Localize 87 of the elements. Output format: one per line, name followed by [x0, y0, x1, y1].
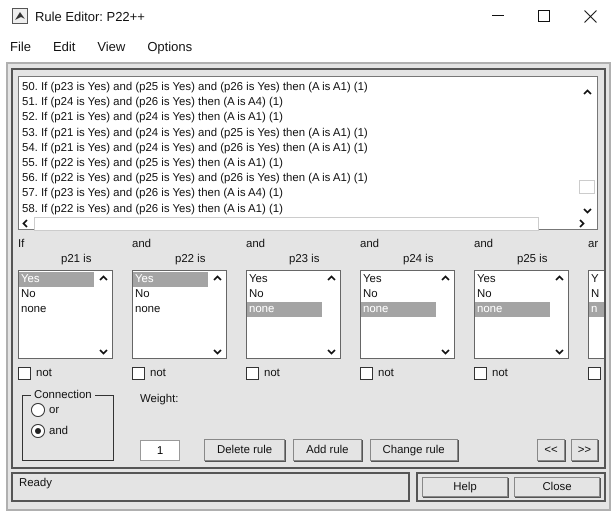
scroll-down-icon[interactable] [440, 349, 450, 355]
value-listbox[interactable]: Yes No none [474, 270, 569, 359]
rule-button[interactable]: Change rule [370, 439, 458, 461]
not-checkbox[interactable] [18, 366, 31, 380]
list-option[interactable]: Y [589, 272, 604, 287]
rule-item[interactable]: 56. If (p22 is Yes) and (p25 is Yes) and (p26 is Yes) then (A is A1) (1) [22, 171, 597, 186]
scroll-left-icon[interactable] [22, 219, 28, 228]
rule-button[interactable]: Delete rule [204, 439, 286, 461]
menu-item[interactable]: View [95, 38, 128, 54]
not-checkbox[interactable] [360, 366, 373, 380]
status-bar: Ready [11, 472, 410, 502]
value-listbox[interactable]: Yes No none [246, 270, 341, 359]
footer-button[interactable]: Close [514, 477, 600, 497]
variable-label: p23 is [289, 253, 320, 267]
checkbox-label: not [150, 367, 166, 379]
list-option[interactable]: Yes [361, 272, 436, 287]
checkbox-label: not [378, 367, 394, 379]
connector-label: and [360, 238, 380, 252]
weight-field[interactable]: 1 [140, 440, 180, 461]
list-option[interactable]: No [247, 287, 322, 302]
window-title: Rule Editor: P22++ [35, 8, 146, 24]
scroll-up-icon[interactable] [554, 275, 564, 281]
group-title: Connection [33, 389, 93, 401]
horizontal-scroll-thumb[interactable] [34, 216, 539, 231]
scroll-thumb[interactable] [579, 180, 595, 194]
variable-label: p22 is [175, 253, 206, 267]
nav-button[interactable]: >> [570, 439, 598, 461]
scroll-down-icon[interactable] [98, 349, 108, 355]
list-option[interactable]: Yes [475, 272, 550, 287]
rule-item[interactable]: 51. If (p24 is Yes) and (p26 is Yes) then (A is A4) (1) [22, 95, 597, 110]
radio-label: and [49, 425, 68, 437]
radio-button[interactable] [31, 424, 45, 438]
rule-item[interactable]: 57. If (p23 is Yes) and (p26 is Yes) then (A is A4) (1) [22, 186, 597, 202]
connector-label: ar [588, 238, 600, 252]
rule-item[interactable]: 52. If (p21 is Yes) and (p24 is Yes) then (A is A1) (1) [22, 110, 597, 126]
menu-item[interactable]: Options [145, 38, 194, 54]
scroll-up-icon[interactable] [440, 275, 450, 281]
connector-label: and [132, 238, 152, 252]
not-checkbox[interactable] [246, 366, 259, 380]
list-option[interactable]: Yes [247, 272, 322, 287]
scroll-down-icon[interactable] [212, 349, 222, 355]
scroll-up-icon[interactable] [98, 275, 108, 281]
rule-button[interactable]: Add rule [293, 439, 362, 461]
scroll-down-icon[interactable] [583, 208, 592, 214]
rule-list[interactable] [18, 76, 598, 230]
scroll-up-icon[interactable] [583, 89, 592, 95]
radio-label: or [49, 404, 60, 416]
rule-item[interactable]: 58. If (p22 is Yes) and (p26 is Yes) then (A is A1) (1) [22, 202, 597, 217]
scroll-up-icon[interactable] [212, 275, 222, 281]
rule-item[interactable]: 54. If (p21 is Yes) and (p24 is Yes) and (p26 is Yes) then (A is A1) (1) [22, 140, 597, 156]
not-checkbox[interactable] [474, 366, 487, 380]
variable-label: p21 is [61, 253, 92, 267]
connector-label: and [474, 238, 494, 252]
connector-label: and [246, 238, 266, 252]
list-option[interactable]: No [19, 287, 94, 302]
footer-button[interactable]: Help [422, 477, 508, 497]
menu-item[interactable]: File [8, 38, 33, 54]
list-option[interactable]: none [19, 302, 94, 317]
list-option[interactable]: N [589, 287, 604, 302]
checkbox-label: not [492, 367, 508, 379]
value-listbox[interactable]: Yes No none [360, 270, 455, 359]
not-checkbox[interactable] [588, 366, 601, 380]
list-option[interactable]: No [133, 287, 208, 302]
weight-label: Weight: [140, 393, 180, 405]
scroll-up-icon[interactable] [326, 275, 336, 281]
list-option[interactable]: No [361, 287, 436, 302]
value-listbox[interactable]: Yes No none [18, 270, 113, 359]
value-listbox[interactable]: Yes No none [132, 270, 227, 359]
app-icon [12, 8, 28, 24]
rule-item[interactable]: 50. If (p23 is Yes) and (p25 is Yes) and (p26 is Yes) then (A is A1) (1) [22, 80, 597, 96]
nav-button[interactable]: << [537, 439, 565, 461]
scroll-down-icon[interactable] [326, 349, 336, 355]
checkbox-label: not [264, 367, 280, 379]
scroll-right-icon[interactable] [579, 219, 585, 228]
variable-label: p25 is [517, 253, 548, 267]
connector-label: If [18, 238, 26, 252]
list-option[interactable]: No [475, 287, 550, 302]
menu-item[interactable]: Edit [50, 38, 78, 54]
radio-button[interactable] [31, 403, 45, 417]
scroll-down-icon[interactable] [554, 349, 564, 355]
rule-item[interactable]: 55. If (p22 is Yes) and (p25 is Yes) then (A is A1) (1) [22, 156, 597, 172]
list-option[interactable]: none [133, 302, 208, 317]
value-listbox[interactable]: Y N n [588, 270, 604, 359]
not-checkbox[interactable] [132, 366, 145, 380]
variable-label: p24 is [403, 253, 434, 267]
checkbox-label: not [36, 367, 52, 379]
rule-item[interactable]: 53. If (p21 is Yes) and (p24 is Yes) and (p25 is Yes) then (A is A1) (1) [22, 126, 597, 141]
